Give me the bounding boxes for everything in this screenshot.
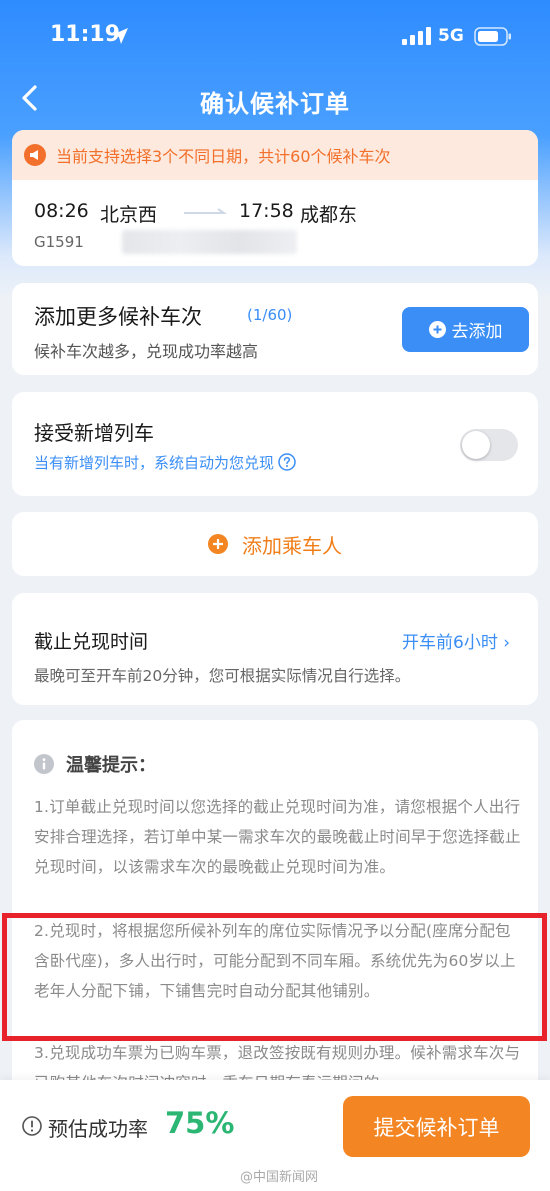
- page-title: 确认候补订单: [200, 90, 350, 118]
- go-add-button[interactable]: 去添加: [402, 307, 529, 352]
- estimate-value: 75%: [165, 1106, 235, 1140]
- add-passenger-button[interactable]: 添加乘车人: [12, 512, 538, 576]
- arrive-station: 成都东: [300, 204, 358, 226]
- route-arrow-icon: [184, 208, 228, 214]
- tips-title: 温馨提示：: [66, 755, 156, 776]
- submit-order-label: 提交候补订单: [373, 1115, 500, 1140]
- deadline-title: 截止兑现时间: [34, 631, 149, 653]
- info-icon: [34, 754, 54, 774]
- tips-header: 温馨提示：: [34, 751, 156, 777]
- chevron-right-icon: ›: [503, 633, 511, 653]
- deadline-value: 开车前6小时: [402, 633, 498, 653]
- accept-new-title: 接受新增列车: [34, 421, 154, 445]
- add-trains-subtitle: 候补车次越多，兑现成功率越高: [34, 342, 259, 361]
- location-arrow-icon: [112, 28, 128, 44]
- arrive-time: 17:58: [239, 200, 294, 222]
- go-add-label: 去添加: [451, 322, 503, 342]
- toggle-knob: [462, 431, 490, 459]
- add-trains-count: (1/60): [247, 306, 293, 324]
- trip-card: 当前支持选择3个不同日期，共计60个候补车次 08:26 北京西 17:58 成…: [12, 130, 538, 266]
- watermark: @中国新闻网: [240, 1170, 319, 1185]
- accept-new-subtitle: 当有新增列车时，系统自动为您兑现: [34, 452, 296, 473]
- depart-station: 北京西: [100, 204, 158, 226]
- tips-card: 温馨提示： 1.订单截止兑现时间以您选择的截止兑现时间为准，请您根据个人出行安排…: [12, 720, 538, 1140]
- redacted-info: [122, 230, 297, 254]
- nav-bar: 确认候补订单: [0, 70, 550, 126]
- add-passenger-label: 添加乘车人: [242, 533, 342, 558]
- orange-plus-icon: [208, 534, 228, 554]
- submit-order-button[interactable]: 提交候补订单: [343, 1096, 530, 1157]
- estimate-label: 预估成功率: [48, 1117, 148, 1141]
- add-trains-title: 添加更多候补车次: [34, 305, 202, 329]
- accept-new-subtitle-text: 当有新增列车时，系统自动为您兑现: [34, 454, 275, 472]
- add-trains-card: 添加更多候补车次 (1/60) 候补车次越多，兑现成功率越高 去添加: [12, 283, 538, 375]
- notice-banner: 当前支持选择3个不同日期，共计60个候补车次: [12, 130, 538, 180]
- bottom-bar: 预估成功率 75% 提交候补订单 @中国新闻网: [0, 1080, 550, 1191]
- network-type: 5G: [438, 26, 464, 46]
- notice-text: 当前支持选择3个不同日期，共计60个候补车次: [56, 147, 391, 166]
- exclamation-circle-icon[interactable]: [22, 1116, 42, 1136]
- depart-time: 08:26: [34, 200, 89, 222]
- tip-item: 1.订单截止兑现时间以您选择的截止兑现时间为准，请您根据个人出行安排合理选择，若…: [34, 798, 521, 876]
- deadline-card: 截止兑现时间 开车前6小时 › 最晚可至开车前20分钟，您可根据实际情况自行选择…: [12, 593, 538, 705]
- train-number: G1591: [34, 233, 84, 251]
- plus-circle-icon: [428, 321, 446, 338]
- tip-item: 2.兑现时，将根据您所候补列车的席位实际情况予以分配(座席分配包含卧代座)，多人…: [34, 922, 516, 1000]
- deadline-subtitle: 最晚可至开车前20分钟，您可根据实际情况自行选择。: [34, 667, 411, 685]
- deadline-selector[interactable]: 开车前6小时 ›: [402, 628, 510, 653]
- status-bar: 11:19 5G: [0, 0, 550, 70]
- megaphone-icon: [24, 144, 46, 166]
- help-icon[interactable]: [278, 453, 296, 471]
- accept-new-toggle[interactable]: [460, 429, 518, 461]
- signal-bars-icon: [402, 27, 431, 45]
- accept-new-trains-card: 接受新增列车 当有新增列车时，系统自动为您兑现: [12, 392, 538, 496]
- battery-icon: [474, 27, 511, 46]
